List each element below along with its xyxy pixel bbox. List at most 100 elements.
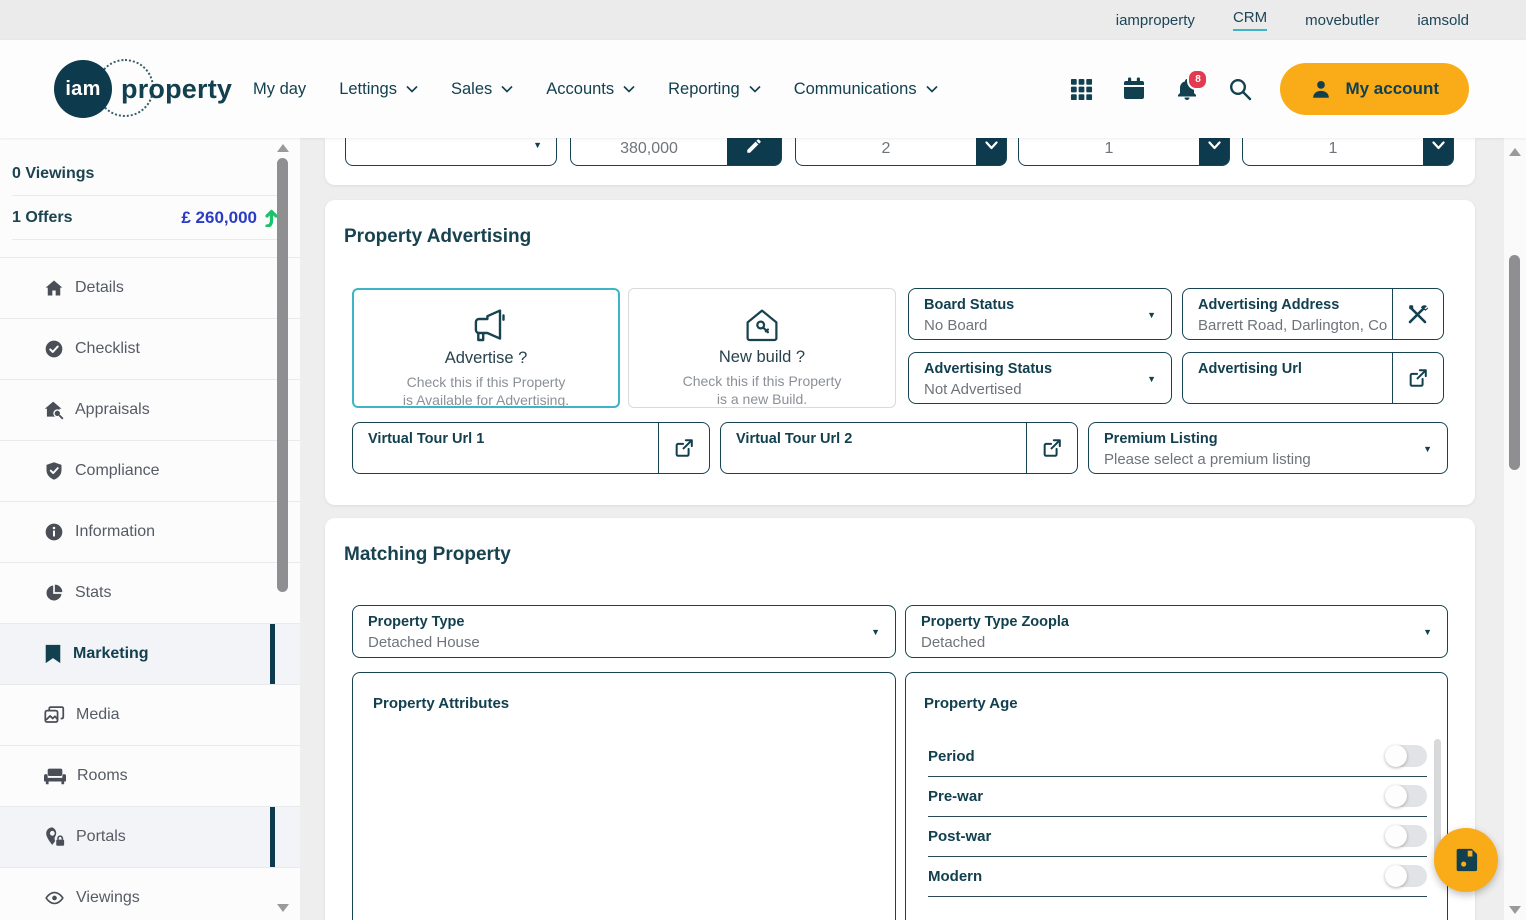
open-virtual-tour-2-button[interactable] bbox=[1026, 423, 1077, 473]
open-virtual-tour-1-button[interactable] bbox=[658, 423, 709, 473]
new-build-checkbox-card[interactable]: New build ? Check this if this Property … bbox=[628, 288, 896, 408]
apps-grid-icon[interactable] bbox=[1068, 76, 1094, 102]
chevron-down-icon bbox=[623, 85, 635, 93]
sidebar-item-stats[interactable]: Stats bbox=[0, 563, 300, 624]
save-button[interactable] bbox=[1434, 828, 1498, 892]
sofa-icon bbox=[44, 766, 66, 786]
crm-app: iamproperty CRM movebutler iamsold iam p… bbox=[0, 0, 1526, 920]
topbar-link-crm[interactable]: CRM bbox=[1232, 9, 1268, 31]
property-type-zoopla-dropdown[interactable]: Property Type Zoopla Detached ▼ bbox=[905, 605, 1448, 658]
calendar-icon[interactable] bbox=[1121, 76, 1147, 102]
open-url-button[interactable] bbox=[1392, 353, 1443, 403]
caret-down-icon: ▼ bbox=[1423, 627, 1432, 637]
advertise-description: Check this if this Property is Available… bbox=[402, 374, 570, 408]
info-icon bbox=[44, 522, 64, 542]
external-link-icon bbox=[675, 439, 693, 457]
advertising-address-field[interactable]: Advertising Address Barrett Road, Darlin… bbox=[1182, 288, 1444, 340]
chevron-down-icon bbox=[749, 85, 761, 93]
virtual-tour-url-2-field[interactable]: Virtual Tour Url 2 bbox=[720, 422, 1078, 474]
virtual-tour-url-1-field[interactable]: Virtual Tour Url 1 bbox=[352, 422, 710, 474]
sidebar-item-checklist[interactable]: Checklist bbox=[0, 319, 300, 380]
property-type-dropdown[interactable]: Property Type Detached House ▼ bbox=[352, 605, 896, 658]
collapsed-select-field[interactable]: ▼ bbox=[345, 138, 557, 166]
page-scrollbar-thumb[interactable] bbox=[1509, 255, 1520, 470]
advertising-url-field[interactable]: Advertising Url bbox=[1182, 352, 1444, 404]
scroll-down-arrow-icon[interactable] bbox=[277, 904, 289, 912]
nav-reporting[interactable]: Reporting bbox=[668, 80, 761, 99]
scroll-up-arrow-icon[interactable] bbox=[1509, 148, 1521, 156]
iamproperty-logo[interactable]: iam property bbox=[54, 59, 232, 118]
main-nav: My day Lettings Sales Accounts Reporting… bbox=[253, 40, 938, 138]
topbar-link-movebutler[interactable]: movebutler bbox=[1305, 12, 1379, 29]
premium-listing-dropdown[interactable]: Premium Listing Please select a premium … bbox=[1088, 422, 1448, 474]
nav-lettings[interactable]: Lettings bbox=[339, 80, 418, 99]
topbar-link-iamsold[interactable]: iamsold bbox=[1417, 12, 1469, 29]
matching-property-card: Matching Property Property Type Detached… bbox=[325, 518, 1475, 920]
scroll-up-arrow-icon[interactable] bbox=[277, 144, 289, 152]
pre-war-toggle[interactable] bbox=[1385, 785, 1427, 807]
topbar-link-iamproperty[interactable]: iamproperty bbox=[1116, 12, 1195, 29]
sidebar-item-details[interactable]: Details bbox=[0, 258, 300, 319]
my-account-button[interactable]: My account bbox=[1280, 63, 1469, 115]
chevron-down-icon bbox=[1431, 141, 1445, 150]
age-row-post-war: Post-war bbox=[928, 816, 1427, 857]
sidebar-item-viewings[interactable]: Viewings bbox=[0, 868, 300, 920]
top-bar: iamproperty CRM movebutler iamsold bbox=[0, 0, 1526, 40]
viewings-summary[interactable]: 0 Viewings bbox=[12, 152, 278, 196]
search-icon[interactable] bbox=[1227, 76, 1253, 102]
post-war-toggle[interactable] bbox=[1385, 825, 1427, 847]
house-key-icon bbox=[629, 303, 895, 347]
price-edit-button[interactable] bbox=[727, 138, 781, 165]
house-search-icon bbox=[44, 400, 64, 420]
stepper-dropdown-button[interactable] bbox=[1423, 138, 1453, 165]
sidebar-item-rooms[interactable]: Rooms bbox=[0, 746, 300, 807]
board-status-dropdown[interactable]: Board Status No Board ▼ bbox=[908, 288, 1172, 340]
bathrooms-field[interactable]: 1 bbox=[1018, 138, 1230, 166]
notifications-bell-icon[interactable]: 8 bbox=[1174, 69, 1209, 102]
header-actions: 8 My account bbox=[1068, 40, 1469, 138]
sidebar-scrollbar-thumb[interactable] bbox=[277, 158, 288, 592]
price-value: 380,000 bbox=[620, 140, 678, 157]
nav-communications[interactable]: Communications bbox=[794, 80, 938, 99]
save-floppy-icon bbox=[1456, 848, 1478, 872]
offers-summary[interactable]: 1 Offers £ 260,000 bbox=[12, 196, 278, 240]
page-scrollbar[interactable] bbox=[1503, 138, 1526, 920]
caret-down-icon: ▼ bbox=[533, 140, 542, 150]
shield-check-icon bbox=[44, 461, 64, 481]
sidebar-scrollbar[interactable] bbox=[277, 138, 289, 920]
sidebar-item-portals[interactable]: Portals bbox=[0, 807, 300, 868]
sidebar-item-information[interactable]: Information bbox=[0, 502, 300, 563]
modern-toggle[interactable] bbox=[1385, 865, 1427, 887]
sidebar-menu: Details Checklist Appraisals Compliance … bbox=[0, 257, 300, 920]
receptions-field[interactable]: 1 bbox=[1242, 138, 1454, 166]
caret-down-icon: ▼ bbox=[1147, 310, 1156, 320]
stepper-dropdown-button[interactable] bbox=[976, 138, 1006, 165]
sidebar-item-compliance[interactable]: Compliance bbox=[0, 441, 300, 502]
nav-my-day[interactable]: My day bbox=[253, 80, 306, 99]
sidebar-item-appraisals[interactable]: Appraisals bbox=[0, 380, 300, 441]
advertise-checkbox-card[interactable]: Advertise ? Check this if this Property … bbox=[352, 288, 620, 408]
sidebar-item-media[interactable]: Media bbox=[0, 685, 300, 746]
section-title: Matching Property bbox=[344, 544, 511, 565]
section-title: Property Advertising bbox=[344, 226, 532, 247]
age-row-modern: Modern bbox=[928, 856, 1427, 897]
arrow-up-icon bbox=[265, 209, 278, 227]
offers-amount: £ 260,000 bbox=[181, 207, 257, 227]
chevron-down-icon bbox=[1207, 141, 1221, 150]
home-icon bbox=[44, 278, 64, 298]
nav-sales[interactable]: Sales bbox=[451, 80, 513, 99]
advertise-title: Advertise ? bbox=[444, 349, 528, 367]
app-header: iam property My day Lettings Sales Accou… bbox=[0, 40, 1526, 138]
nav-accounts[interactable]: Accounts bbox=[546, 80, 635, 99]
price-field[interactable]: 380,000 bbox=[570, 138, 782, 166]
pencil-icon bbox=[747, 138, 761, 153]
advertising-status-dropdown[interactable]: Advertising Status Not Advertised ▼ bbox=[908, 352, 1172, 404]
period-toggle[interactable] bbox=[1385, 745, 1427, 767]
property-attributes-box: Property Attributes bbox=[352, 672, 896, 920]
stepper-dropdown-button[interactable] bbox=[1199, 138, 1229, 165]
chevron-down-icon bbox=[406, 85, 418, 93]
sidebar-item-marketing[interactable]: Marketing bbox=[0, 624, 300, 685]
bedrooms-field[interactable]: 2 bbox=[795, 138, 1007, 166]
scroll-down-arrow-icon[interactable] bbox=[1509, 906, 1521, 914]
address-tools-button[interactable] bbox=[1392, 289, 1443, 339]
